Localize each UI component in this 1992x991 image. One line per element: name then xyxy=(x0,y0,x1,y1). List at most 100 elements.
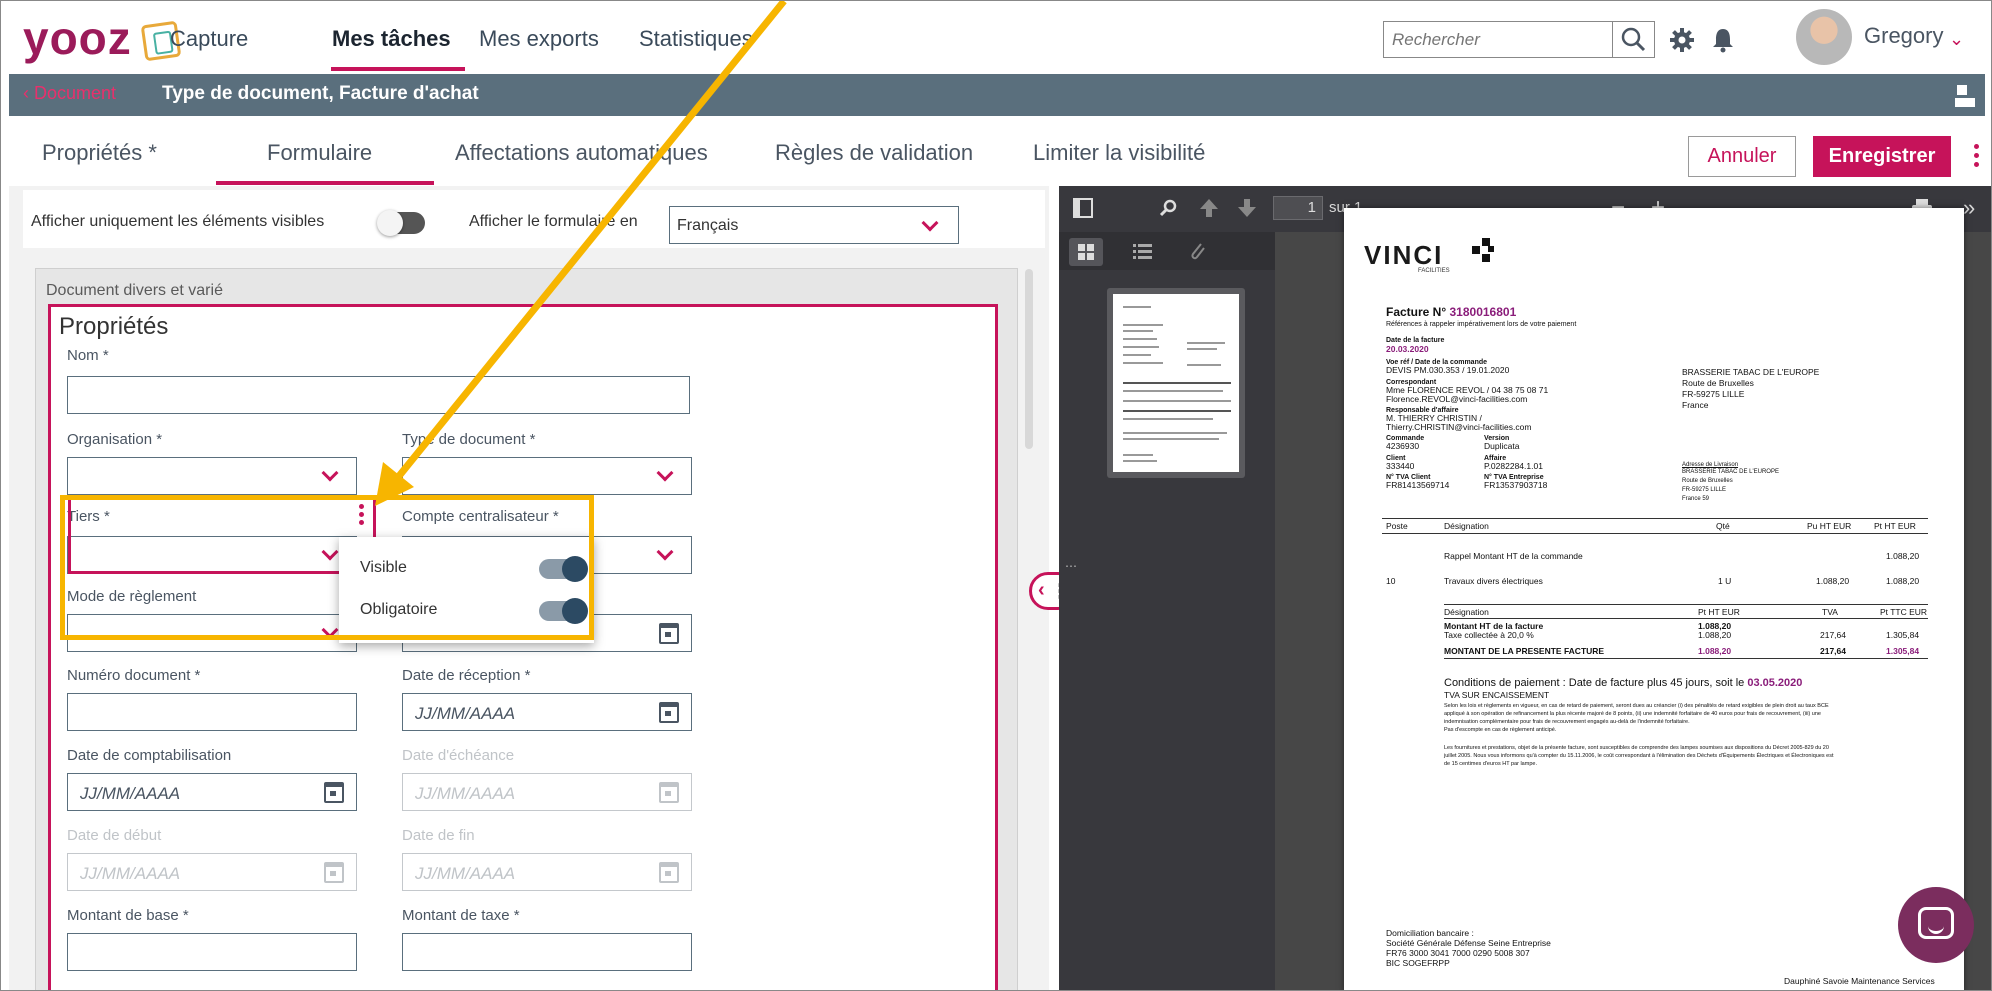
date-placeholder: JJ/MM/AAAA xyxy=(80,864,181,883)
nav-mes-taches[interactable]: Mes tâches xyxy=(332,26,451,52)
thumbnails-view-icon[interactable] xyxy=(1069,238,1103,266)
calendar-icon[interactable] xyxy=(659,702,679,723)
date-reception-field[interactable]: JJ/MM/AAAA xyxy=(402,693,692,731)
payment-conditions-text: Date de facture plus 45 jours, xyxy=(1568,677,1713,689)
form-scrollbar[interactable] xyxy=(1025,269,1033,449)
search-button[interactable] xyxy=(1612,22,1654,57)
search-icon xyxy=(1621,27,1646,52)
nom-field[interactable] xyxy=(67,376,690,414)
legal-text: de 15 centimes d'euros HT par lampe. xyxy=(1444,761,1537,767)
tva-client: FR81413569714 xyxy=(1386,480,1450,490)
table-rule xyxy=(1444,604,1928,605)
col-designation: Désignation xyxy=(1444,521,1489,531)
calendar-icon[interactable] xyxy=(324,862,344,883)
tva-entreprise: FR13537903718 xyxy=(1484,480,1548,490)
more-tools-icon[interactable]: » xyxy=(1963,195,1975,221)
client-no: 333440 xyxy=(1386,461,1415,471)
responsible-email: Thierry.CHRISTIN@vinci-facilities.com xyxy=(1386,422,1532,432)
delivery-label: Adresse de Livraison xyxy=(1682,462,1739,468)
page-thumbnail[interactable] xyxy=(1107,288,1245,478)
gear-icon[interactable] xyxy=(1669,27,1695,53)
bell-icon[interactable] xyxy=(1711,27,1735,53)
table-rule xyxy=(1382,533,1928,534)
page-up-icon[interactable] xyxy=(1199,197,1219,219)
user-name[interactable]: Gregory xyxy=(1864,23,1943,49)
user-menu-chevron-icon[interactable]: ⌄ xyxy=(1949,29,1964,50)
billing-address-line: France xyxy=(1682,400,1709,410)
date-fin-field[interactable]: JJ/MM/AAAA xyxy=(402,853,692,891)
chevron-down-icon xyxy=(321,464,339,482)
search-input[interactable] xyxy=(1384,22,1612,57)
outline-view-icon[interactable] xyxy=(1125,238,1159,266)
tab-limiter-visibilite[interactable]: Limiter la visibilité xyxy=(1033,140,1205,166)
active-nav-indicator xyxy=(331,67,465,71)
row-rappel-value: 1.088,20 xyxy=(1886,551,1920,561)
nav-capture[interactable]: Capture xyxy=(170,26,248,52)
nav-mes-exports[interactable]: Mes exports xyxy=(479,26,599,52)
montant-base-field[interactable] xyxy=(67,933,357,971)
chat-icon xyxy=(1918,907,1954,939)
panel-layout-icon[interactable] xyxy=(1953,83,1975,109)
search-box xyxy=(1383,21,1655,58)
tva-encaissement: TVA SUR ENCAISSEMENT xyxy=(1444,690,1550,700)
vinci-logo-icon xyxy=(1472,238,1494,262)
date-debut-field[interactable]: JJ/MM/AAAA xyxy=(67,853,357,891)
montant-taxe-field[interactable] xyxy=(402,933,692,971)
calendar-icon[interactable] xyxy=(659,623,679,644)
more-options-icon[interactable] xyxy=(1974,144,1980,170)
thumbnail-resize-icon[interactable]: ⋯ xyxy=(1065,559,1077,573)
date-fin-label: Date de fin xyxy=(402,827,475,844)
montant-taxe-label: Montant de taxe * xyxy=(402,907,520,924)
tab-formulaire[interactable]: Formulaire xyxy=(267,140,372,166)
properties-block[interactable]: Propriétés Nom * Organisation * Type de … xyxy=(48,304,998,990)
row-pu: 1.088,20 xyxy=(1816,576,1850,586)
date-reception-label: Date de réception * xyxy=(402,667,531,684)
table-rule xyxy=(1444,618,1928,619)
invoice-number: 3180016801 xyxy=(1449,305,1517,319)
chevron-down-icon xyxy=(656,464,674,482)
cancel-button[interactable]: Annuler xyxy=(1688,136,1796,177)
calendar-icon[interactable] xyxy=(324,782,344,803)
totals-col-designation: Désignation xyxy=(1444,607,1489,617)
type-document-select[interactable] xyxy=(402,457,692,495)
page-down-icon[interactable] xyxy=(1237,197,1257,219)
nav-statistiques[interactable]: Statistiques xyxy=(639,26,753,52)
language-select[interactable]: Français xyxy=(669,206,959,244)
calendar-icon[interactable] xyxy=(659,782,679,803)
table-rule xyxy=(1382,518,1928,519)
save-button[interactable]: Enregistrer xyxy=(1813,136,1951,177)
delivery-line: France 59 xyxy=(1682,496,1710,502)
breadcrumb-back-link[interactable]: ‹ Document xyxy=(23,83,116,104)
date-comptabilisation-field[interactable]: JJ/MM/AAAA xyxy=(67,773,357,811)
chevron-left-icon: ‹ xyxy=(1038,579,1045,601)
calendar-icon[interactable] xyxy=(659,862,679,883)
app-window: yooz Capture Mes tâches Mes exports Stat… xyxy=(0,0,1992,991)
nom-label: Nom * xyxy=(67,347,109,364)
bank-line: FR76 3000 3041 7000 0290 5008 307 xyxy=(1386,948,1530,958)
bank-line: Société Générale Défense Seine Entrepris… xyxy=(1386,938,1551,948)
yooz-logo[interactable]: yooz xyxy=(23,15,132,61)
tab-regles-validation[interactable]: Règles de validation xyxy=(775,140,973,166)
final-total-ht: 1.088,20 xyxy=(1698,646,1732,656)
affaire-no: P.0282284.1.01 xyxy=(1484,461,1543,471)
organisation-select[interactable] xyxy=(67,457,357,495)
find-icon[interactable] xyxy=(1159,198,1179,218)
date-echeance-field[interactable]: JJ/MM/AAAA xyxy=(402,773,692,811)
chat-button[interactable] xyxy=(1898,887,1974,963)
billing-address-line: BRASSERIE TABAC DE L'EUROPE xyxy=(1682,367,1820,377)
document-type-section: Document divers et varié xyxy=(46,282,223,299)
sidebar-toggle-icon[interactable] xyxy=(1073,198,1093,218)
numero-document-label: Numéro document * xyxy=(67,667,201,684)
final-total-tva: 217,64 xyxy=(1820,646,1846,656)
tab-proprietes[interactable]: Propriétés * xyxy=(42,140,157,166)
vinci-logo: VINCI xyxy=(1364,240,1444,270)
visible-only-toggle[interactable] xyxy=(377,210,425,236)
tab-affectations-automatiques[interactable]: Affectations automatiques xyxy=(455,140,708,166)
chevron-down-icon xyxy=(921,214,939,232)
page-number-input[interactable]: 1 xyxy=(1273,196,1323,220)
tax-ttc: 1.305,84 xyxy=(1886,630,1920,640)
attachments-view-icon[interactable] xyxy=(1181,238,1215,266)
legal-text: Pas d'escompte en cas de règlement antic… xyxy=(1444,727,1557,733)
user-avatar[interactable] xyxy=(1796,9,1852,65)
numero-document-field[interactable] xyxy=(67,693,357,731)
